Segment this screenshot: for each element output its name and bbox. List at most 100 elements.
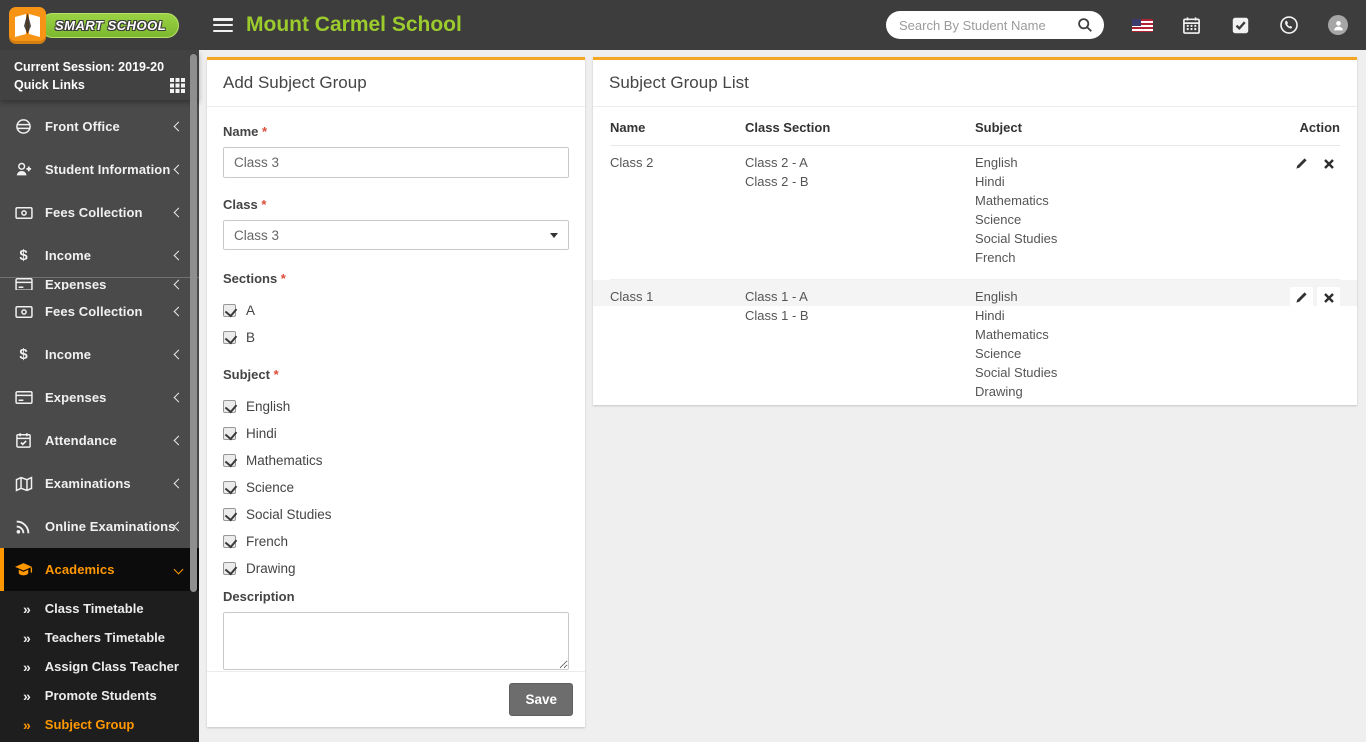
section-checkbox-a[interactable]: A <box>223 303 569 318</box>
clipped-menu-item-glitch: Expenses <box>0 277 199 290</box>
academics-submenu: » Class Timetable » Teachers Timetable » Assi… <box>0 591 199 742</box>
description-label: Description <box>223 589 295 604</box>
class-select[interactable]: Class 3 <box>223 220 569 250</box>
name-input[interactable] <box>223 147 569 178</box>
checkbox-icon[interactable] <box>223 331 236 344</box>
checkbox-label: Mathematics <box>246 453 323 468</box>
sidebar-subitem-subject-group[interactable]: » Subject Group <box>0 710 199 739</box>
checkbox-label: English <box>246 399 291 414</box>
sidebar-item-fees-collection[interactable]: Fees Collection <box>0 290 199 333</box>
checkbox-icon[interactable] <box>223 427 236 440</box>
sidebar-item-student-information[interactable]: Student Information <box>0 148 199 191</box>
sidebar-subitem-teachers-timetable[interactable]: » Teachers Timetable <box>0 623 199 652</box>
sidebar-item-online-examinations[interactable]: Online Examinations <box>0 505 199 548</box>
brand-text: SMART SCHOOL <box>55 17 167 33</box>
us-flag-icon[interactable] <box>1131 14 1153 36</box>
subject-checkbox-english[interactable]: English <box>223 399 569 414</box>
examinations-icon <box>14 475 33 492</box>
chevron-left-icon <box>173 478 184 489</box>
edit-button[interactable] <box>1290 287 1313 308</box>
chevron-left-icon <box>173 279 184 290</box>
submenu-item-label: Subject Group <box>44 717 135 732</box>
sidebar-item-label: Student Information <box>45 162 171 177</box>
section-checkbox-b[interactable]: B <box>223 330 569 345</box>
subject-group-list-card: Subject Group List Name Class Section Subj… <box>593 57 1357 405</box>
checkbox-icon[interactable] <box>223 481 236 494</box>
checkbox-icon[interactable] <box>223 454 236 467</box>
subject-checkbox-drawing[interactable]: Drawing <box>223 561 569 576</box>
search-icon[interactable] <box>1074 14 1096 36</box>
double-chevron-icon: » <box>23 687 31 704</box>
sidebar-item-label: Attendance <box>45 433 117 448</box>
search-input[interactable] <box>899 17 1074 33</box>
checkbox-label: B <box>246 330 256 345</box>
subject-checkbox-mathematics[interactable]: Mathematics <box>223 453 569 468</box>
income-icon: $ <box>19 346 28 363</box>
book-logo-icon <box>9 6 46 44</box>
chevron-left-icon <box>173 164 184 175</box>
front-office-icon <box>14 118 33 135</box>
sidebar-item-income[interactable]: $ Income <box>0 234 199 277</box>
grid-icon <box>170 77 185 93</box>
class-label: Class <box>223 197 569 212</box>
add-subject-group-card: Add Subject Group Name Class Class 3 Sec… <box>207 57 585 727</box>
sidebar-item-label: Income <box>45 347 92 362</box>
sidebar-item-front-office[interactable]: Front Office <box>0 105 199 148</box>
delete-button[interactable] <box>1317 287 1340 308</box>
sidebar-scrollbar[interactable] <box>190 54 197 592</box>
sidebar-item-label: Front Office <box>45 119 120 134</box>
checkbox-icon[interactable] <box>223 508 236 521</box>
sidebar-item-fees-collection[interactable]: Fees Collection <box>0 191 199 234</box>
app-logo[interactable]: SMART SCHOOL <box>0 0 199 50</box>
sidebar-item-label: Fees Collection <box>45 205 143 220</box>
class-section-cell: Class 1 - A Class 1 - B <box>745 289 809 323</box>
delete-button[interactable] <box>1317 153 1340 174</box>
sidebar-subitem-class-timetable[interactable]: » Class Timetable <box>0 594 199 623</box>
user-avatar-icon[interactable] <box>1327 14 1349 36</box>
subject-checkbox-science[interactable]: Science <box>223 480 569 495</box>
description-textarea[interactable] <box>223 612 569 670</box>
double-chevron-icon: » <box>23 600 31 617</box>
submenu-item-label: Teachers Timetable <box>44 630 165 645</box>
sidebar-item-examinations[interactable]: Examinations <box>0 462 199 505</box>
subject-checkbox-hindi[interactable]: Hindi <box>223 426 569 441</box>
submenu-item-label: Assign Class Teacher <box>44 659 179 674</box>
submenu-item-label: Promote Students <box>44 688 157 703</box>
calendar-icon[interactable] <box>1180 14 1202 36</box>
sidebar-item-academics[interactable]: Academics <box>0 548 199 591</box>
sidebar-subitem-promote-students[interactable]: » Promote Students <box>0 681 199 710</box>
checkbox-icon[interactable] <box>223 562 236 575</box>
sidebar-item-expenses[interactable]: Expenses <box>0 376 199 419</box>
group-name-cell: Class 1 <box>610 289 654 304</box>
subject-label: Subject <box>223 367 569 382</box>
chevron-left-icon <box>173 349 184 360</box>
checkbox-icon[interactable] <box>223 400 236 413</box>
subject-checkbox-french[interactable]: French <box>223 534 569 549</box>
save-button[interactable]: Save <box>509 683 573 716</box>
chevron-left-icon <box>173 207 184 218</box>
sidebar-item-attendance[interactable]: Attendance <box>0 419 199 462</box>
chevron-left-icon <box>173 435 184 446</box>
edit-button[interactable] <box>1290 153 1313 174</box>
top-header: SMART SCHOOL Mount Carmel School <box>0 0 1366 50</box>
checkbox-icon[interactable] <box>223 535 236 548</box>
checkbox-label: A <box>246 303 256 318</box>
menu-toggle-icon[interactable] <box>213 18 233 32</box>
chevron-left-icon <box>174 521 184 532</box>
class-section-cell: Class 2 - A Class 2 - B <box>745 155 809 189</box>
whatsapp-icon[interactable] <box>1278 14 1300 36</box>
sidebar-subitem-assign-class-teacher[interactable]: » Assign Class Teacher <box>0 652 199 681</box>
checkbox-icon[interactable] <box>223 304 236 317</box>
expenses-icon <box>14 278 33 290</box>
sidebar-item-expenses[interactable]: Expenses <box>0 278 199 290</box>
quick-links[interactable]: Quick Links <box>14 76 185 94</box>
school-title: Mount Carmel School <box>246 13 462 36</box>
chevron-left-icon <box>173 121 184 132</box>
attendance-icon <box>14 432 33 449</box>
name-label: Name <box>223 124 569 139</box>
fees-collection-icon <box>14 205 33 221</box>
sidebar-item-income[interactable]: $ Income <box>0 333 199 376</box>
task-check-icon[interactable] <box>1229 14 1251 36</box>
subject-checkbox-social-studies[interactable]: Social Studies <box>223 507 569 522</box>
checkbox-label: Science <box>246 480 295 495</box>
